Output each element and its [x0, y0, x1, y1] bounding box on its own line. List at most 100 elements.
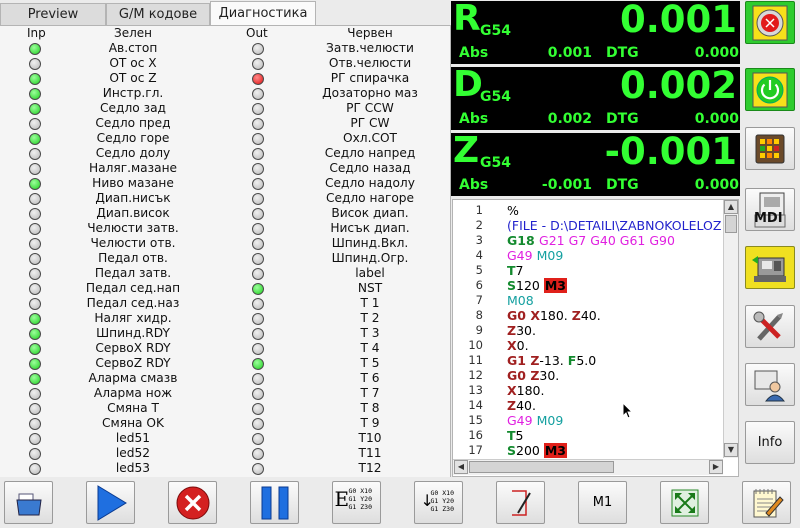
gcode-line[interactable]: 15 G49 M09 [453, 413, 733, 428]
gcode-vertical-scrollbar[interactable]: ▲ ▼ [723, 200, 738, 458]
output-led-icon[interactable] [252, 132, 264, 145]
cycle-start-button[interactable] [86, 481, 135, 524]
gcode-horizontal-scrollbar[interactable]: ◀ ▶ [453, 459, 723, 475]
output-led-icon[interactable] [252, 117, 264, 130]
gcode-line[interactable]: 11 G1 Z-13. F5.0 [453, 353, 733, 368]
gcode-line[interactable]: 4 G49 M09 [453, 248, 733, 263]
gcode-line[interactable]: 3 G18 G21 G7 G40 G61 G90 [453, 233, 733, 248]
output-led-icon[interactable] [252, 357, 264, 370]
tab-gm-codes[interactable]: G/M кодове [106, 3, 210, 26]
scroll-left-icon[interactable]: ◀ [454, 460, 468, 474]
gcode-line[interactable]: 12 G0 Z30. [453, 368, 733, 383]
optional-block-skip-button[interactable] [496, 481, 545, 524]
optional-stop-button[interactable]: M1 [578, 481, 627, 524]
operator-button[interactable] [745, 363, 795, 406]
machine-panel-button[interactable] [745, 127, 795, 170]
gcode-icon-line-a: G0 X10 [430, 488, 454, 497]
tools-settings-button[interactable] [745, 305, 795, 348]
output-led-icon[interactable] [252, 222, 264, 235]
dro-coord-system: G54 [480, 89, 511, 105]
output-led-icon[interactable] [252, 432, 264, 445]
output-led-icon[interactable] [252, 267, 264, 280]
output-led-icon[interactable] [252, 162, 264, 175]
gcode-line[interactable]: 13 X180. [453, 383, 733, 398]
scroll-up-icon[interactable]: ▲ [724, 200, 738, 214]
output-led-icon[interactable] [252, 327, 264, 340]
edit-program-button[interactable] [742, 481, 791, 524]
io-row: СервоX RDY T 4 [0, 341, 450, 356]
tools-icon [753, 311, 783, 341]
gcode-line[interactable]: 2 (FILE - D:\DETAILI\ZABNOKOLELOZ [453, 218, 733, 233]
gcode-line[interactable]: 7 M08 [453, 293, 733, 308]
output-led-icon[interactable] [252, 72, 264, 85]
gcode-line[interactable]: 1% [453, 203, 733, 218]
output-led-icon[interactable] [252, 372, 264, 385]
gcode-line[interactable]: 16 T5 [453, 428, 733, 443]
output-led-icon[interactable] [252, 252, 264, 265]
gcode-line[interactable]: 17 S200 M3 [453, 443, 733, 458]
mdi-label: MDI [754, 211, 783, 226]
output-led-icon[interactable] [252, 402, 264, 415]
io-row: Педал сед.нап NST [0, 281, 450, 296]
output-led-icon[interactable] [252, 312, 264, 325]
dro-dtg-value: 0.000 [694, 177, 739, 193]
gcode-token: T [507, 428, 516, 443]
scroll-thumb[interactable] [725, 215, 737, 233]
input-label: Седло долу [95, 146, 171, 160]
io-row: OT oc Z РГ спирачка [0, 71, 450, 86]
gcode-line[interactable]: 14 Z40. [453, 398, 733, 413]
output-led-icon[interactable] [252, 462, 264, 475]
dro-abs-value: -0.001 [541, 177, 592, 193]
output-led-icon[interactable] [252, 192, 264, 205]
power-button[interactable] [745, 68, 795, 111]
auto-mode-button[interactable] [745, 246, 795, 289]
input-led-icon [29, 207, 41, 220]
io-row: led52 T11 [0, 446, 450, 461]
gcode-token: Z [507, 398, 517, 413]
output-led-icon[interactable] [252, 57, 264, 70]
output-led-icon[interactable] [252, 342, 264, 355]
gcode-viewer[interactable]: 1% 2 (FILE - D:\DETAILI\ZABNOKOLELOZ 3 G18 G… [452, 199, 739, 477]
output-led-icon[interactable] [252, 87, 264, 100]
output-led-icon[interactable] [252, 42, 264, 55]
single-block-button[interactable]: E G0 X10 G1 Y20 G1 Z30 [332, 481, 381, 524]
mdi-button[interactable]: MDI [745, 188, 795, 231]
gcode-line[interactable]: 8 G0 X180. Z40. [453, 308, 733, 323]
emergency-stop-button[interactable] [745, 1, 795, 44]
gcode-token: Z [571, 308, 581, 323]
tab-preview[interactable]: Preview [0, 3, 106, 26]
output-led-icon[interactable] [252, 177, 264, 190]
gcode-icon-line-a: G0 X10 [348, 486, 372, 495]
run-from-line-button[interactable]: ↓ G0 X10 G1 Y20 G1 Z30 [414, 481, 463, 524]
gcode-line[interactable]: 6 S120 M3 [453, 278, 733, 293]
input-label: OT oc X [109, 56, 157, 70]
gcode-line-number: 3 [475, 233, 483, 247]
gcode-line-number: 12 [468, 368, 483, 382]
output-led-icon[interactable] [252, 282, 264, 295]
pause-button[interactable] [250, 481, 299, 524]
gcode-line[interactable]: 10 X0. [453, 338, 733, 353]
output-led-icon[interactable] [252, 147, 264, 160]
scroll-down-icon[interactable]: ▼ [724, 443, 738, 457]
emergency-stop-icon [752, 5, 788, 40]
output-led-icon[interactable] [252, 297, 264, 310]
open-file-button[interactable] [4, 481, 53, 524]
stop-button[interactable] [168, 481, 217, 524]
hscroll-thumb[interactable] [469, 461, 614, 473]
output-led-icon[interactable] [252, 102, 264, 115]
output-led-icon[interactable] [252, 417, 264, 430]
tab-diagnostics[interactable]: Диагностика [210, 1, 316, 26]
info-button[interactable]: Info [745, 421, 795, 464]
gcode-line[interactable]: 9 Z30. [453, 323, 733, 338]
output-led-icon[interactable] [252, 447, 264, 460]
output-label: T 8 [360, 401, 380, 415]
fullscreen-button[interactable] [660, 481, 709, 524]
scroll-right-icon[interactable]: ▶ [709, 460, 723, 474]
output-led-icon[interactable] [252, 387, 264, 400]
stop-icon [176, 486, 209, 519]
output-led-icon[interactable] [252, 207, 264, 220]
gcode-token: Z [507, 323, 517, 338]
input-label: Наляг.мазане [88, 161, 178, 175]
output-led-icon[interactable] [252, 237, 264, 250]
gcode-line[interactable]: 5 T7 [453, 263, 733, 278]
